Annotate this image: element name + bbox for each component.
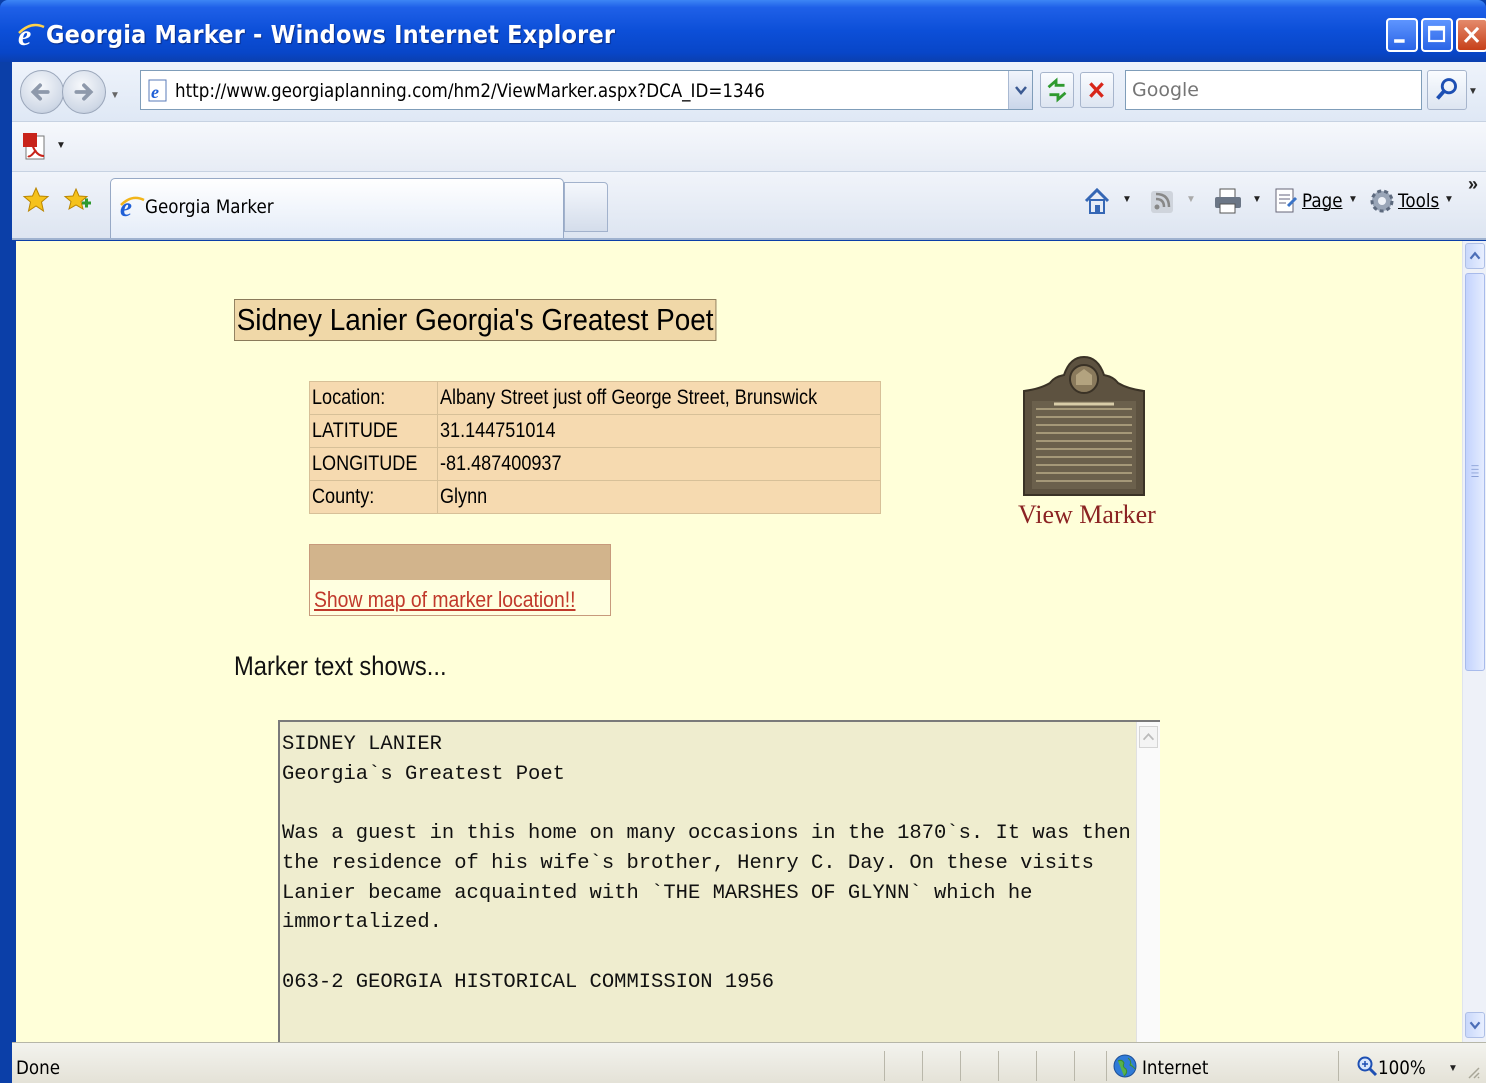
forward-arrow-icon: [74, 83, 94, 101]
ie-logo-icon: e: [120, 193, 145, 219]
chevron-down-icon: [1469, 1021, 1481, 1030]
page-menu-label[interactable]: Page: [1302, 190, 1342, 212]
address-dropdown[interactable]: [1008, 71, 1032, 109]
more-commands-chevron-icon[interactable]: »: [1468, 174, 1478, 195]
tab-bar: e Georgia Marker ▼ ▼ ▼ Page ▼ Tools ▼ »: [12, 172, 1486, 240]
pdf-dropdown[interactable]: ▼: [56, 140, 66, 151]
close-button[interactable]: [1456, 18, 1486, 52]
show-map-link[interactable]: Show map of marker location!!: [314, 587, 575, 613]
minimize-button[interactable]: [1386, 18, 1418, 52]
search-box[interactable]: [1125, 70, 1422, 110]
chevron-up-icon: [1469, 251, 1481, 260]
marker-text[interactable]: SIDNEY LANIER Georgia`s Greatest Poet Wa…: [282, 730, 1132, 997]
print-dropdown[interactable]: ▼: [1252, 194, 1262, 205]
search-icon: [1436, 78, 1457, 100]
grip-icon: [1471, 465, 1479, 477]
info-key: LATITUDE: [312, 419, 398, 442]
map-link-box: Show map of marker location!!: [309, 544, 611, 616]
tools-menu-dropdown[interactable]: ▼: [1444, 194, 1454, 205]
tools-menu-label[interactable]: Tools: [1398, 190, 1439, 212]
recent-pages-dropdown[interactable]: ▼: [110, 90, 120, 101]
back-arrow-icon: [30, 83, 50, 101]
page-content: Sidney Lanier Georgia's Greatest Poet Lo…: [16, 241, 1462, 1042]
zoom-dropdown[interactable]: ▼: [1448, 1063, 1458, 1074]
stop-button[interactable]: [1080, 72, 1114, 108]
page-icon[interactable]: [1272, 186, 1300, 216]
view-marker-link[interactable]: View Marker: [1018, 500, 1156, 530]
print-icon[interactable]: [1212, 186, 1244, 216]
historical-marker-image[interactable]: [1020, 355, 1148, 497]
favorites-star-icon[interactable]: [22, 186, 50, 214]
page-scroll-thumb[interactable]: [1465, 273, 1485, 671]
table-row: Location: Albany Street just off George …: [309, 381, 882, 415]
page-scrollbar[interactable]: [1462, 241, 1486, 1042]
minimize-icon: [1394, 39, 1405, 43]
back-button[interactable]: [20, 70, 64, 114]
window-title: Georgia Marker - Windows Internet Explor…: [46, 20, 616, 49]
svg-text:e: e: [120, 193, 132, 219]
page-scroll-up-button[interactable]: [1465, 243, 1485, 269]
refresh-icon: [1047, 77, 1067, 103]
search-button[interactable]: [1427, 70, 1467, 110]
scroll-up-button[interactable]: [1139, 726, 1158, 748]
ie-logo-icon: e: [18, 19, 45, 49]
stop-icon: [1089, 82, 1104, 98]
page-menu-dropdown[interactable]: ▼: [1348, 194, 1358, 205]
add-favorite-icon[interactable]: [62, 186, 92, 216]
info-value-longitude: -81.487400937: [439, 452, 562, 475]
svg-text:e: e: [18, 19, 31, 49]
svg-text:e: e: [151, 82, 159, 102]
status-bar: Done Internet 100% ▼: [12, 1042, 1486, 1083]
security-zone[interactable]: Internet: [1142, 1057, 1208, 1079]
info-value-county: Glynn: [439, 485, 487, 508]
info-value-latitude: 31.144751014: [439, 419, 556, 442]
close-icon: [1463, 26, 1480, 43]
pdf-icon[interactable]: [22, 132, 50, 162]
chevron-up-icon: [1142, 732, 1155, 741]
globe-icon: [1113, 1054, 1137, 1078]
table-row: LATITUDE 31.144751014: [309, 414, 882, 448]
feeds-dropdown[interactable]: ▼: [1186, 194, 1196, 205]
marker-info-table: Location: Albany Street just off George …: [309, 381, 882, 514]
url-text[interactable]: http://www.georgiaplanning.com/hm2/ViewM…: [175, 80, 765, 102]
address-bar[interactable]: e http://www.georgiaplanning.com/hm2/Vie…: [140, 70, 1033, 110]
status-text: Done: [16, 1057, 60, 1079]
tab-label: Georgia Marker: [145, 196, 274, 218]
marker-text-heading: Marker text shows...: [234, 651, 447, 681]
new-tab-button[interactable]: [564, 182, 608, 232]
gear-icon[interactable]: [1367, 186, 1397, 216]
address-toolbar: ▼ e http://www.georgiaplanning.com/hm2/V…: [12, 62, 1486, 122]
info-key: LONGITUDE: [312, 452, 418, 475]
maximize-button[interactable]: [1421, 18, 1453, 52]
forward-button[interactable]: [62, 70, 106, 114]
table-row: LONGITUDE -81.487400937: [309, 447, 882, 481]
map-box-header: [310, 545, 610, 580]
addon-toolbar: ▼: [12, 122, 1486, 172]
maximize-icon: [1428, 25, 1446, 43]
resize-grip-icon[interactable]: [1466, 1065, 1480, 1079]
page-title: Sidney Lanier Georgia's Greatest Poet: [234, 299, 717, 341]
rss-feed-icon[interactable]: [1148, 186, 1176, 216]
info-key: Location:: [312, 386, 386, 409]
page-scroll-down-button[interactable]: [1465, 1012, 1485, 1038]
tab-georgia-marker[interactable]: e Georgia Marker: [110, 178, 564, 238]
search-input[interactable]: [1126, 71, 1421, 109]
search-options-dropdown[interactable]: ▼: [1468, 86, 1478, 97]
chevron-down-icon: [1015, 86, 1027, 95]
zoom-icon[interactable]: [1356, 1055, 1378, 1077]
table-row: County: Glynn: [309, 480, 882, 514]
marker-text-area[interactable]: SIDNEY LANIER Georgia`s Greatest Poet Wa…: [278, 720, 1160, 1042]
marker-text-scrollbar[interactable]: [1136, 722, 1160, 1042]
home-dropdown[interactable]: ▼: [1122, 194, 1132, 205]
refresh-button[interactable]: [1040, 72, 1074, 108]
info-value-location: Albany Street just off George Street, Br…: [439, 386, 817, 409]
info-key: County:: [312, 485, 375, 508]
home-icon[interactable]: [1082, 186, 1112, 216]
window-title-bar[interactable]: e Georgia Marker - Windows Internet Expl…: [0, 0, 1486, 62]
page-ie-icon: e: [148, 79, 167, 102]
zoom-level[interactable]: 100%: [1378, 1057, 1426, 1079]
